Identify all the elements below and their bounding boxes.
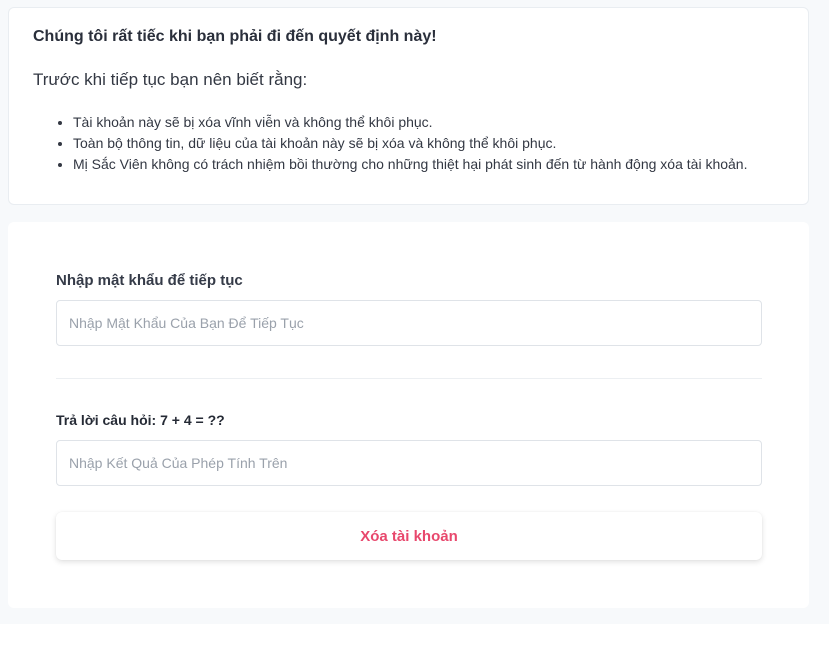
warning-title: Chúng tôi rất tiếc khi bạn phải đi đến q… [33,28,437,45]
warning-item: Mị Sắc Viên không có trách nhiệm bồi thư… [73,154,747,175]
warning-subtitle: Trước khi tiếp tục bạn nên biết rằng: [33,70,308,89]
password-input[interactable] [56,300,762,346]
password-label: Nhập mật khẩu để tiếp tục [56,272,243,289]
warning-list: Tài khoản này sẽ bị xóa vĩnh viễn và khô… [49,112,747,175]
warning-item: Tài khoản này sẽ bị xóa vĩnh viễn và khô… [73,112,747,133]
warning-card: Chúng tôi rất tiếc khi bạn phải đi đến q… [8,7,809,205]
delete-account-button[interactable]: Xóa tài khoản [56,512,762,560]
delete-account-form: Nhập mật khẩu để tiếp tục Trả lời câu hỏ… [8,222,809,608]
captcha-question-label: Trả lời câu hỏi: 7 + 4 = ?? [56,412,225,428]
divider [56,378,762,379]
warning-item: Toàn bộ thông tin, dữ liệu của tài khoản… [73,133,747,154]
captcha-answer-input[interactable] [56,440,762,486]
